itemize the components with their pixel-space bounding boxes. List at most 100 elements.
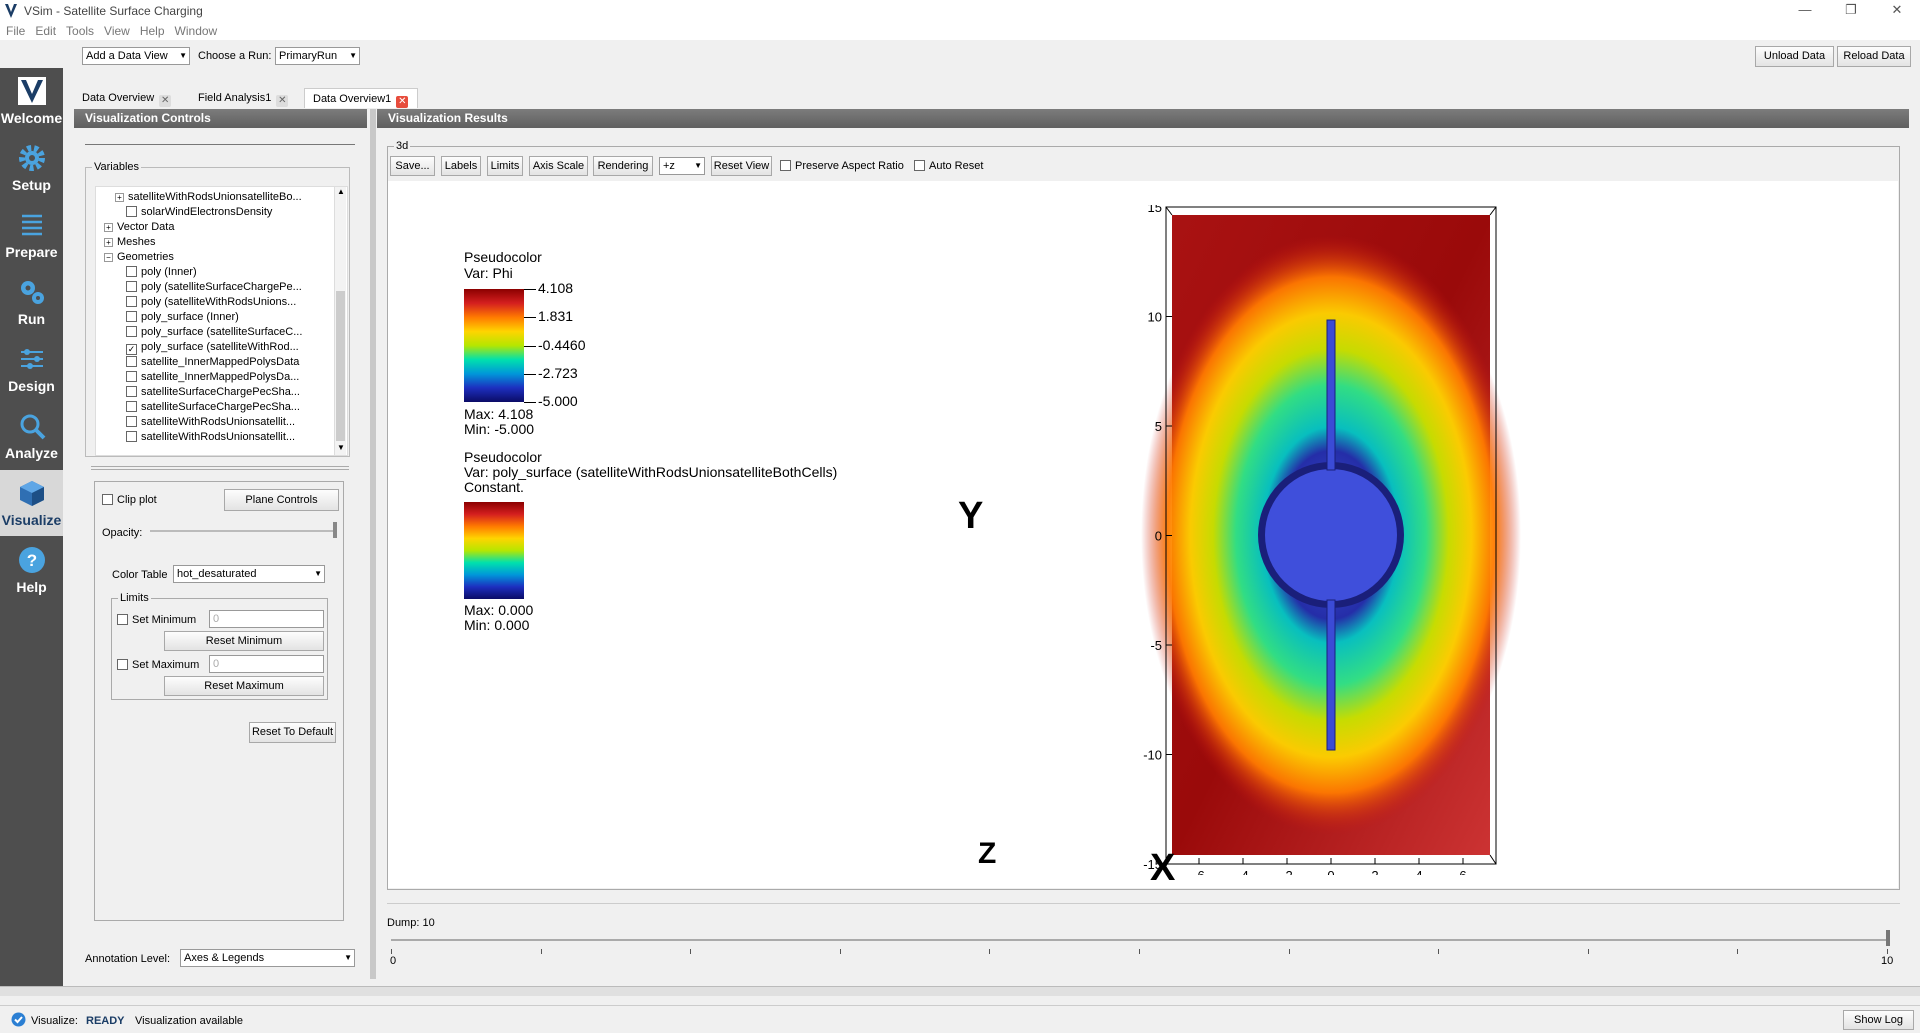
menu-help[interactable]: Help: [134, 22, 169, 38]
dump-slider-handle[interactable]: [1886, 930, 1890, 946]
tree-item[interactable]: ✓ poly_surface (satelliteWithRod...: [126, 340, 299, 355]
dump-slider[interactable]: [391, 939, 1888, 954]
clip-plot-checkbox[interactable]: Clip plot: [102, 494, 157, 506]
tree-item[interactable]: satellite_InnerMappedPolysDa...: [126, 370, 299, 385]
field-plot[interactable]: 151050-5-10-15-6-4-20246: [978, 205, 1704, 875]
tree-item[interactable]: satelliteSurfaceChargePecSha...: [126, 385, 300, 400]
chevron-up-icon[interactable]: ▲: [335, 187, 347, 199]
tree-item-label: poly_surface (Inner): [141, 311, 239, 323]
chevron-down-icon[interactable]: ▼: [335, 443, 347, 455]
tab-field-analysis1[interactable]: Field Analysis1 ✕: [190, 88, 293, 108]
tree-item[interactable]: poly_surface (Inner): [126, 310, 239, 325]
tree-scrollbar[interactable]: ▲ ▼: [334, 187, 346, 455]
tree-item[interactable]: satelliteWithRodsUnionsatellit...: [126, 415, 295, 430]
tree-item[interactable]: poly (Inner): [126, 265, 197, 280]
expander-icon[interactable]: +: [104, 223, 113, 232]
reset-minimum-button[interactable]: Reset Minimum: [164, 631, 324, 651]
tab-data-overview[interactable]: Data Overview ✕: [74, 88, 180, 108]
tree-checkbox[interactable]: [126, 431, 137, 442]
tree-checkbox[interactable]: [126, 266, 137, 277]
nav-run[interactable]: Run: [0, 269, 63, 335]
close-icon[interactable]: ✕: [159, 95, 172, 107]
chevron-down-icon: ▼: [694, 161, 702, 170]
opacity-slider-handle[interactable]: [333, 522, 337, 538]
menu-file[interactable]: File: [0, 22, 29, 38]
nav-help[interactable]: ? Help: [0, 537, 63, 603]
tree-checkbox[interactable]: [126, 311, 137, 322]
minimum-input[interactable]: 0: [209, 610, 324, 628]
expander-icon[interactable]: +: [115, 193, 124, 202]
set-minimum-checkbox[interactable]: Set Minimum: [117, 614, 196, 626]
tree-checkbox[interactable]: [126, 326, 137, 337]
nav-setup[interactable]: Setup: [0, 135, 63, 201]
nav-visualize[interactable]: Visualize: [0, 470, 63, 536]
tree-checkbox[interactable]: [126, 416, 137, 427]
save-button[interactable]: Save...: [390, 156, 435, 176]
maximize-button[interactable]: ❐: [1828, 0, 1874, 22]
set-maximum-checkbox[interactable]: Set Maximum: [117, 659, 199, 671]
tree-item[interactable]: solarWindElectronsDensity: [126, 205, 272, 220]
tree-checkbox[interactable]: [126, 371, 137, 382]
rendering-button[interactable]: Rendering: [593, 156, 653, 176]
scrollbar-thumb[interactable]: [336, 291, 345, 441]
tree-checkbox[interactable]: [126, 281, 137, 292]
menu-tools[interactable]: Tools: [60, 22, 98, 38]
choose-run-select[interactable]: PrimaryRun ▼: [275, 47, 360, 65]
color-table-select[interactable]: hot_desaturated ▼: [173, 565, 325, 583]
add-data-view-select[interactable]: Add a Data View ▼: [82, 47, 190, 65]
reset-view-button[interactable]: Reset View: [711, 156, 772, 176]
show-log-button[interactable]: Show Log: [1843, 1010, 1914, 1030]
tree-checkbox[interactable]: [126, 401, 137, 412]
tree-item[interactable]: + Vector Data: [104, 220, 174, 235]
tree-item[interactable]: satelliteWithRodsUnionsatellit...: [126, 430, 295, 445]
preserve-aspect-ratio-checkbox[interactable]: Preserve Aspect Ratio: [780, 160, 904, 172]
tree-item[interactable]: + Meshes: [104, 235, 156, 250]
nav-design[interactable]: Design: [0, 336, 63, 402]
tree-item[interactable]: − Geometries: [104, 250, 174, 265]
maximum-input[interactable]: 0: [209, 655, 324, 673]
tree-item[interactable]: poly_surface (satelliteSurfaceC...: [126, 325, 302, 340]
nav-analyze[interactable]: Analyze: [0, 403, 63, 469]
color-table-label: Color Table: [112, 569, 168, 581]
tree-checkbox[interactable]: [126, 356, 137, 367]
tree-item[interactable]: + satelliteWithRodsUnionsatelliteBo...: [115, 190, 302, 205]
limits-button[interactable]: Limits: [487, 156, 523, 176]
expander-icon[interactable]: −: [104, 253, 113, 262]
panel-splitter[interactable]: [91, 466, 349, 470]
splitter[interactable]: [370, 109, 376, 979]
opacity-slider[interactable]: [150, 530, 336, 532]
axis-scale-button[interactable]: Axis Scale: [529, 156, 588, 176]
tab-data-overview1[interactable]: Data Overview1 ✕: [304, 88, 418, 108]
auto-reset-checkbox[interactable]: Auto Reset: [914, 160, 983, 172]
tree-item[interactable]: satelliteSurfaceChargePecSha...: [126, 400, 300, 415]
slider-tick: [1139, 949, 1140, 954]
unload-data-button[interactable]: Unload Data: [1755, 46, 1834, 67]
tree-checkbox[interactable]: [126, 206, 137, 217]
reset-maximum-button[interactable]: Reset Maximum: [164, 676, 324, 696]
plane-controls-button[interactable]: Plane Controls: [224, 489, 339, 511]
nav-prepare[interactable]: Prepare: [0, 202, 63, 268]
minimize-button[interactable]: —: [1782, 0, 1828, 22]
expander-icon[interactable]: +: [104, 238, 113, 247]
tree-checkbox[interactable]: ✓: [126, 344, 137, 355]
close-icon[interactable]: ✕: [276, 95, 289, 107]
variables-tree[interactable]: + satelliteWithRodsUnionsatelliteBo... sol…: [95, 186, 348, 456]
close-icon[interactable]: ✕: [396, 96, 409, 108]
reload-data-button[interactable]: Reload Data: [1837, 46, 1911, 67]
view-direction-select[interactable]: +z ▼: [659, 157, 705, 175]
menu-view[interactable]: View: [98, 22, 134, 38]
tree-item[interactable]: poly (satelliteSurfaceChargePe...: [126, 280, 302, 295]
tree-checkbox[interactable]: [126, 386, 137, 397]
tree-checkbox[interactable]: [126, 296, 137, 307]
render-canvas[interactable]: Pseudocolor Var: Phi 4.108 1.831 -0.4460 -2…: [388, 181, 1898, 888]
tree-item[interactable]: poly (satelliteWithRodsUnions...: [126, 295, 296, 310]
cube-icon: [19, 481, 44, 506]
nav-welcome[interactable]: Welcome: [0, 68, 63, 134]
menu-window[interactable]: Window: [169, 22, 222, 38]
annotation-level-select[interactable]: Axes & Legends ▼: [180, 949, 355, 967]
close-button[interactable]: ✕: [1874, 0, 1920, 22]
reset-to-default-button[interactable]: Reset To Default: [249, 722, 336, 743]
tree-item[interactable]: satellite_InnerMappedPolysData: [126, 355, 299, 370]
menu-edit[interactable]: Edit: [29, 22, 60, 38]
labels-button[interactable]: Labels: [441, 156, 481, 176]
